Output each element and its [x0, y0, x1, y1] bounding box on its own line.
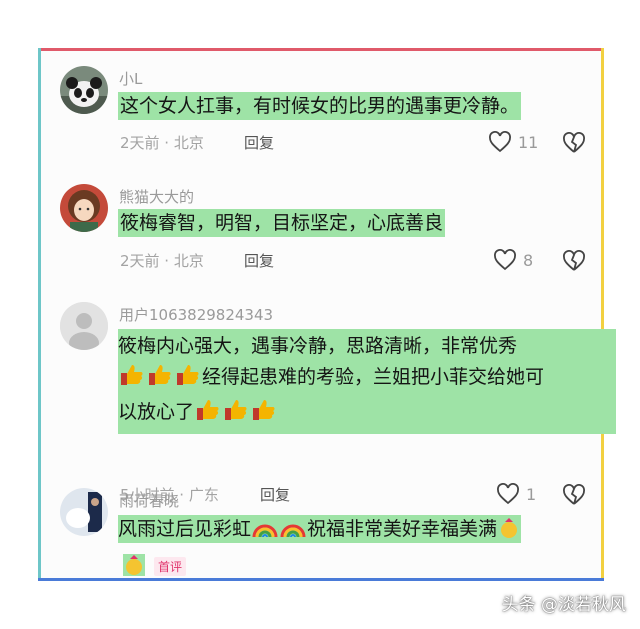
rainbow-emoji-icon: [252, 517, 278, 549]
comment-text-segment: 祝福非常美好幸福美满: [307, 518, 498, 540]
broken-heart-icon[interactable]: [562, 132, 586, 154]
comment-item: 小L 这个女人扛事，有时候女的比男的遇事更冷静。 2天前 · 北京 回复 11: [38, 48, 604, 168]
comment-text-highlighted: 风雨过后见彩虹 祝福非常美好幸福美满: [118, 515, 522, 543]
thumbs-up-emoji-icon: [147, 363, 173, 397]
comment-username[interactable]: 雨荷春晓: [119, 490, 179, 511]
reply-button[interactable]: 回复: [244, 250, 274, 271]
comment-text-segment: 以放心了: [118, 401, 195, 423]
reply-button[interactable]: 回复: [244, 132, 274, 153]
comment-text-segment: 风雨过后见彩虹: [118, 518, 252, 540]
comment-item: 熊猫大大的 筱梅睿智，明智，目标坚定，心底善良 2天前 · 北京 回复 8: [38, 168, 604, 286]
comment-meta: 2天前 · 北京: [120, 252, 204, 270]
comment-text-highlighted: 筱梅睿智，明智，目标坚定，心底善良: [118, 209, 446, 237]
thumbs-up-emoji-icon: [119, 363, 145, 397]
heart-icon: [494, 249, 516, 271]
watermark: 头条 @淡若秋风: [501, 595, 626, 615]
rainbow-emoji-icon: [280, 517, 306, 549]
thumbs-up-emoji-icon: [175, 363, 201, 397]
comment-screenshot-frame: 小L 这个女人扛事，有时候女的比男的遇事更冷静。 2天前 · 北京 回复 11 …: [38, 48, 616, 581]
default-user-avatar-icon[interactable]: [60, 302, 108, 350]
like-button[interactable]: 8: [493, 249, 533, 271]
like-count: 8: [523, 250, 534, 270]
comment-text-line: 筱梅内心强大，遇事冷静，思路清晰，非常优秀: [118, 335, 518, 357]
comment-text: 筱梅睿智，明智，目标坚定，心底善良: [118, 208, 446, 239]
like-count: 11: [518, 132, 539, 152]
panda-avatar-icon[interactable]: [60, 66, 108, 114]
comment-text: 筱梅内心强大，遇事冷静，思路清晰，非常优秀 经得起患难的考验，兰姐把小菲交给她可…: [118, 329, 616, 434]
comment-username[interactable]: 小L: [119, 68, 142, 89]
like-button[interactable]: 11: [488, 131, 538, 153]
first-comment-badge: 首评: [154, 557, 187, 576]
comment-item: 雨荷春晓 风雨过后见彩虹 祝福非常美好幸福美满 首评: [38, 476, 604, 576]
broken-heart-icon[interactable]: [562, 250, 586, 272]
lucky-bag-emoji-icon: [498, 515, 520, 549]
comment-username[interactable]: 熊猫大大的: [119, 186, 194, 207]
comment-meta: 2天前 · 北京: [120, 134, 204, 152]
thumbs-up-emoji-icon: [195, 398, 221, 432]
heart-icon: [489, 131, 511, 153]
lucky-bag-emoji-icon: [123, 552, 145, 580]
thumbs-up-emoji-icon: [251, 398, 277, 432]
girl-avatar-icon[interactable]: [60, 184, 108, 232]
photo-avatar-icon[interactable]: [60, 488, 108, 536]
comment-text-highlighted: 这个女人扛事，有时候女的比男的遇事更冷静。: [118, 92, 522, 120]
comment-text: 这个女人扛事，有时候女的比男的遇事更冷静。: [118, 91, 522, 122]
comment-text: 风雨过后见彩虹 祝福非常美好幸福美满: [118, 514, 608, 549]
comment-text-segment: 经得起患难的考验，兰姐把小菲交给她可: [202, 366, 545, 388]
comment-text-line-with-emoji: 经得起患难的考验，兰姐把小菲交给她可: [118, 362, 616, 397]
thumbs-up-emoji-icon: [223, 398, 249, 432]
comment-username[interactable]: 用户1063829824343: [119, 304, 273, 325]
comment-text-line-with-emoji: 以放心了: [118, 397, 616, 432]
comment-item: 用户1063829824343 筱梅内心强大，遇事冷静，思路清晰，非常优秀 经得…: [38, 286, 616, 505]
